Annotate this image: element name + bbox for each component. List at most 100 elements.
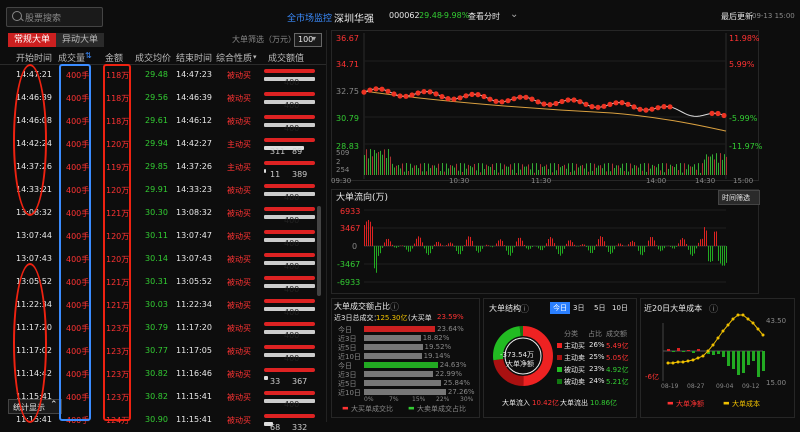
time-filter-label: 时间筛选 xyxy=(722,193,750,203)
table-row[interactable]: 14:46:08400手118万29.6114:46:12被动买400 xyxy=(0,110,318,133)
cell-avg-price: 29.61 xyxy=(145,116,168,125)
table-row[interactable]: 13:07:43400手120万30.1413:07:43被动买400 xyxy=(0,248,318,271)
help-icon[interactable]: ⓘ xyxy=(390,300,399,313)
volume-bar xyxy=(456,164,457,175)
col-start-time[interactable]: 开始时间 xyxy=(16,51,52,64)
col-amount-value[interactable]: 成交额值 xyxy=(268,51,304,64)
tab-today[interactable]: 今日 xyxy=(550,302,570,314)
cost-bar xyxy=(722,351,725,357)
volume-bar xyxy=(716,153,717,175)
price-dot xyxy=(511,96,516,101)
table-row[interactable]: 11:17:02400手123万30.7711:17:05被动买400 xyxy=(0,340,318,363)
tab-10d[interactable]: 10日 xyxy=(612,303,628,313)
flow-bar xyxy=(408,246,409,252)
table-row[interactable]: 11:22:34400手121万30.0311:22:34被动买400 xyxy=(0,294,318,317)
inflow-value: 10.42亿 xyxy=(532,398,559,408)
tab-regular-big-orders[interactable]: 常规大单 xyxy=(8,33,56,47)
time-filter-button[interactable]: 时间筛选 xyxy=(718,190,760,205)
chevron-down-icon[interactable]: ▾ xyxy=(253,53,257,61)
flow-bar xyxy=(676,246,677,247)
flow-bar xyxy=(654,240,655,246)
flow-bar xyxy=(606,246,607,247)
flow-bar xyxy=(556,246,557,249)
table-row[interactable]: 14:46:39400手118万29.5614:46:39被动买400 xyxy=(0,87,318,110)
volume-bar xyxy=(516,173,517,175)
price-dot xyxy=(451,97,456,102)
flow-bar xyxy=(592,246,593,253)
last-update-time: 09-13 15:00 xyxy=(752,12,795,20)
search-input[interactable]: 股票搜索 xyxy=(25,11,61,24)
view-chart-link[interactable]: 查看分时 xyxy=(468,11,500,22)
flow-bar xyxy=(652,237,653,246)
volume-bar xyxy=(424,163,425,175)
bar-label-a: 400 xyxy=(284,262,299,271)
flow-bar xyxy=(670,246,671,247)
flow-bar xyxy=(364,225,365,246)
volume-bar xyxy=(406,163,407,175)
search-box[interactable]: 股票搜索 xyxy=(6,7,103,27)
col-avg-price[interactable]: 成交均价 xyxy=(135,51,171,64)
table-row[interactable]: 13:07:44400手120万30.1113:07:47被动买400 xyxy=(0,225,318,248)
table-row[interactable]: 14:47:21400手118万29.4814:47:23被动买400 xyxy=(0,64,318,87)
volume-bar xyxy=(596,168,597,175)
col-amount[interactable]: 金额 xyxy=(105,51,123,64)
tab-abnormal-big-orders[interactable]: 异动大单 xyxy=(56,33,104,47)
filter-select[interactable]: 100 ▾ xyxy=(294,33,322,47)
flow-bar xyxy=(600,236,601,246)
table-row[interactable]: 11:14:42400手123万30.8211:16:46被动买33367 xyxy=(0,363,318,386)
market-monitor-link[interactable]: 全市场监控 xyxy=(287,11,332,24)
price-chart-panel[interactable]: 36.67 34.71 32.75 30.79 28.83 11.98% 5.9… xyxy=(331,30,759,181)
volume-bar xyxy=(684,163,685,175)
col-volume[interactable]: 成交量 xyxy=(58,51,85,64)
cost-y-right: 43.50 xyxy=(766,317,786,325)
col-end-time[interactable]: 结束时间 xyxy=(176,51,212,64)
amount-bar xyxy=(264,276,315,280)
structure-pct: 26% xyxy=(589,341,605,349)
summary-mid: (大买单 xyxy=(408,313,432,323)
volume-bar xyxy=(398,165,399,175)
flow-bar xyxy=(582,244,583,246)
help-icon[interactable]: ⓘ xyxy=(520,302,529,315)
amount-bar xyxy=(264,138,315,142)
table-row[interactable]: 14:42:24400手120万29.9414:42:27主动买31189 xyxy=(0,133,318,156)
price-dot xyxy=(523,95,528,100)
table-row[interactable]: 13:08:32400手121万30.3013:08:32被动买400 xyxy=(0,202,318,225)
annotation-rect-amount xyxy=(103,64,131,421)
volume-bar xyxy=(584,168,585,175)
stock-name: 深圳华强 xyxy=(334,10,374,25)
price-dot xyxy=(637,107,642,112)
tab-3d[interactable]: 3日 xyxy=(573,303,584,313)
col-ratio: 占比 xyxy=(588,329,602,339)
chevron-down-icon[interactable]: ⌄ xyxy=(510,9,518,20)
flow-bar xyxy=(678,243,679,246)
flow-bar xyxy=(426,246,427,253)
y-left-tick: 32.75 xyxy=(336,87,359,96)
cell-avg-price: 30.31 xyxy=(145,277,168,286)
sort-icon[interactable]: ⇅ xyxy=(85,51,92,60)
cost-bar xyxy=(732,351,735,369)
volume-bar xyxy=(396,166,397,175)
table-row[interactable]: 13:05:52400手121万30.3113:05:52被动买400 xyxy=(0,271,318,294)
volume-bar xyxy=(628,172,629,175)
volume-bar xyxy=(634,165,635,175)
volume-bar xyxy=(514,163,515,175)
volume-bar xyxy=(704,160,705,175)
table-row[interactable]: 14:33:21400手120万29.9114:33:23被动买400 xyxy=(0,179,318,202)
volume-bar xyxy=(506,166,507,175)
price-dot xyxy=(373,86,378,91)
col-nature[interactable]: 综合性质 xyxy=(216,51,252,64)
amount-bar xyxy=(264,253,315,257)
cell-end-time: 13:07:43 xyxy=(176,254,212,263)
flow-bar xyxy=(488,245,489,246)
cell-end-time: 13:07:47 xyxy=(176,231,212,240)
cell-avg-price: 30.11 xyxy=(145,231,168,240)
tab-5d[interactable]: 5日 xyxy=(594,303,605,313)
y-left-tick: 34.71 xyxy=(336,60,359,69)
table-row[interactable]: 11:17:20400手123万30.7911:17:20被动买400 xyxy=(0,317,318,340)
volume-bar xyxy=(678,170,679,175)
volume-bar xyxy=(672,166,673,175)
table-row[interactable]: 14:37:26400手119万29.8514:37:26主动买11389 xyxy=(0,156,318,179)
scrollbar[interactable] xyxy=(317,206,321,296)
x-tick: 09:30 xyxy=(331,177,351,185)
flow-y-tick: 6933 xyxy=(340,207,360,216)
